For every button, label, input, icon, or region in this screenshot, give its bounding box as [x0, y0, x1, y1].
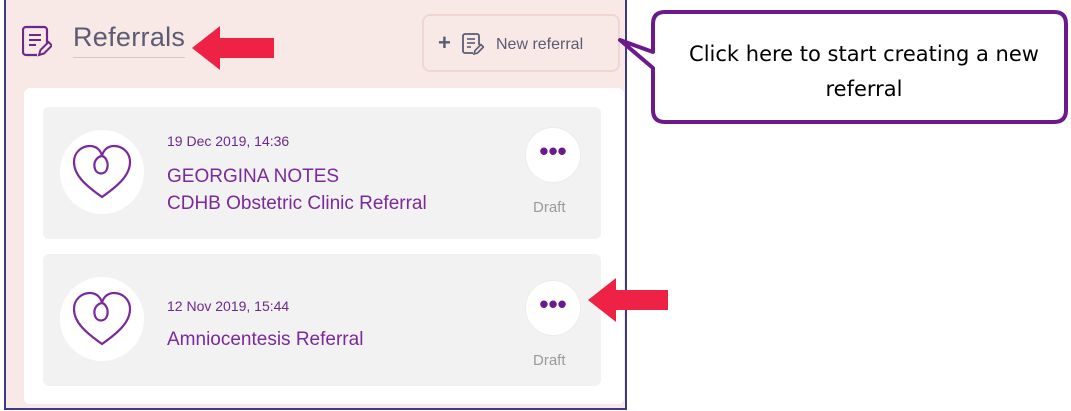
- more-options-button[interactable]: •••: [525, 280, 581, 336]
- more-icon: •••: [539, 136, 567, 166]
- status-badge: Draft: [533, 352, 566, 369]
- referral-patient-name: GEORGINA NOTES: [167, 166, 340, 187]
- referral-card[interactable]: 12 Nov 2019, 15:44 Amniocentesis Referra…: [43, 254, 601, 386]
- callout-text: Click here to start creating a new refer…: [689, 42, 1039, 101]
- avatar: [60, 130, 144, 214]
- heart-icon: [72, 144, 132, 199]
- referral-date: 12 Nov 2019, 15:44: [167, 298, 290, 314]
- referral-title: Amniocentesis Referral: [167, 329, 364, 350]
- annotation-arrow-left-icon: [588, 278, 668, 322]
- more-icon: •••: [539, 289, 567, 319]
- avatar: [60, 277, 144, 361]
- status-badge: Draft: [533, 199, 566, 216]
- referral-title: CDHB Obstetric Clinic Referral: [167, 193, 427, 214]
- heart-icon: [72, 291, 132, 346]
